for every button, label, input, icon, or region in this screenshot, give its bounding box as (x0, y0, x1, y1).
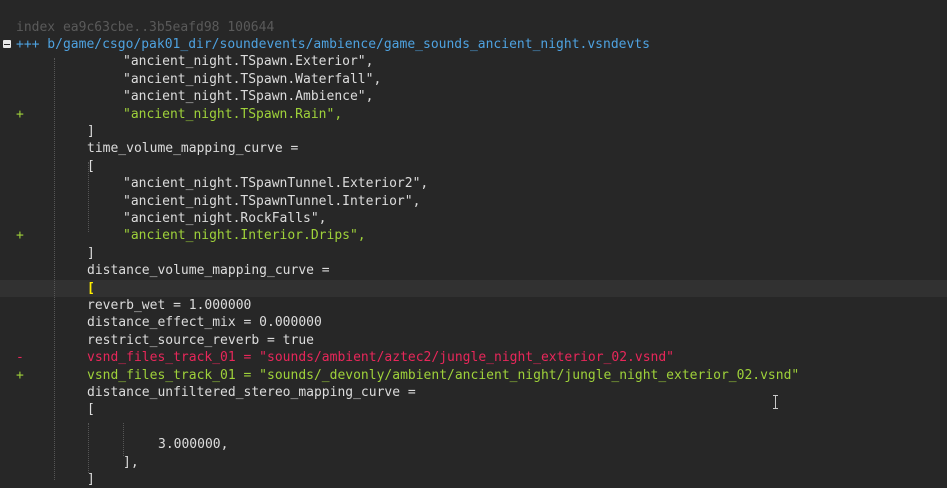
line-text: restrict_source_reverb = true (87, 332, 314, 348)
diff-line[interactable]: restrict_source_reverb = true (0, 332, 947, 349)
line-text: "ancient_night.RockFalls", (123, 210, 327, 226)
diff-editor[interactable]: ]], 3.000000, [ distance_unfiltered_stereo_… (0, 0, 947, 487)
added-marker: + (16, 106, 24, 122)
indent-guide (88, 423, 89, 473)
line-text: vsnd_files_track_01 = "sounds/ambient/az… (87, 350, 674, 366)
line-text: "ancient_night.TSpawn.Exterior", (123, 54, 374, 70)
diff-line[interactable]: ] (0, 123, 947, 140)
text-cursor-icon (771, 394, 781, 410)
diff-line[interactable]: "ancient_night.RockFalls", (0, 210, 947, 227)
diff-line[interactable]: "ancient_night.TSpawn.Waterfall", (0, 71, 947, 88)
diff-line[interactable]: [ (0, 279, 947, 297)
diff-line[interactable]: reverb_wet = 1.000000 (0, 297, 947, 314)
diff-line-removed[interactable]: - vsnd_files_track_01 = "sounds/ambient/a… (0, 349, 947, 366)
line-text: distance_unfiltered_stereo_mapping_curve… (87, 384, 416, 400)
line-text: vsnd_files_track_01 = "sounds/_devonly/a… (87, 367, 800, 383)
indent-guide (88, 162, 89, 232)
line-text: [ (87, 280, 95, 296)
line-text: [ (87, 402, 95, 418)
diff-line-added[interactable]: + "ancient_night.Interior.Drips", (0, 227, 947, 244)
diff-line[interactable]: distance_unfiltered_stereo_mapping_curve… (0, 384, 947, 401)
added-marker: + (16, 367, 24, 383)
diff-line[interactable]: [ (0, 158, 947, 175)
line-text: distance_effect_mix = 0.000000 (87, 315, 322, 331)
line-text: index ea9c63cbe..3b5eafd98 100644 (16, 19, 275, 35)
diff-line[interactable]: ], (0, 454, 947, 471)
diff-line-added[interactable]: + "ancient_night.TSpawn.Rain", (0, 106, 947, 123)
diff-line[interactable]: ] (0, 245, 947, 262)
diff-line[interactable]: distance_effect_mix = 0.000000 (0, 314, 947, 331)
line-text: "ancient_night.Interior.Drips", (123, 228, 366, 244)
line-text: distance_volume_mapping_curve = (87, 263, 330, 279)
line-text: "ancient_night.TSpawnTunnel.Interior", (123, 193, 421, 209)
indent-guide (123, 423, 124, 456)
line-text: 3.000000, (158, 437, 229, 453)
line-text: +++ b/game/csgo/pak01_dir/soundevents/am… (16, 36, 650, 53)
indent-guide (54, 58, 55, 480)
diff-line[interactable]: time_volume_mapping_curve = (0, 140, 947, 157)
line-text: "ancient_night.TSpawn.Rain", (123, 106, 343, 122)
line-text: reverb_wet = 1.000000 (87, 297, 252, 313)
line-text: "ancient_night.TSpawnTunnel.Exterior2", (123, 176, 429, 192)
diff-file-header[interactable]: +++ b/game/csgo/pak01_dir/soundevents/am… (0, 36, 947, 53)
diff-line[interactable]: "ancient_night.TSpawnTunnel.Exterior2", (0, 175, 947, 192)
diff-line[interactable]: distance_volume_mapping_curve = (0, 262, 947, 279)
added-marker: + (16, 228, 24, 244)
diff-line[interactable]: 3.000000, (0, 436, 947, 453)
line-text: ] (87, 123, 95, 139)
diff-line[interactable]: [ (0, 401, 947, 418)
line-text: ] (87, 471, 95, 487)
diff-index-header[interactable]: index ea9c63cbe..3b5eafd98 100644 (0, 19, 947, 36)
diff-line[interactable]: ] (0, 471, 947, 488)
diff-line[interactable] (0, 419, 947, 436)
diff-line[interactable]: "ancient_night.TSpawn.Exterior", (0, 53, 947, 70)
file-path: b/game/csgo/pak01_dir/soundevents/ambien… (39, 36, 650, 52)
diff-line[interactable]: "ancient_night.TSpawnTunnel.Interior", (0, 193, 947, 210)
fold-collapse-icon[interactable] (3, 40, 11, 48)
line-text: "ancient_night.TSpawn.Ambience", (123, 89, 374, 105)
line-text: "ancient_night.TSpawn.Waterfall", (123, 71, 382, 87)
line-text: time_volume_mapping_curve = (87, 141, 299, 157)
line-text: ], (123, 454, 139, 470)
diff-line-added[interactable]: + vsnd_files_track_01 = "sounds/_devonly/… (0, 367, 947, 384)
diff-line[interactable]: "ancient_night.TSpawn.Ambience", (0, 88, 947, 105)
removed-marker: - (16, 350, 24, 366)
line-text: ] (87, 245, 95, 261)
file-marker: +++ (16, 36, 40, 52)
